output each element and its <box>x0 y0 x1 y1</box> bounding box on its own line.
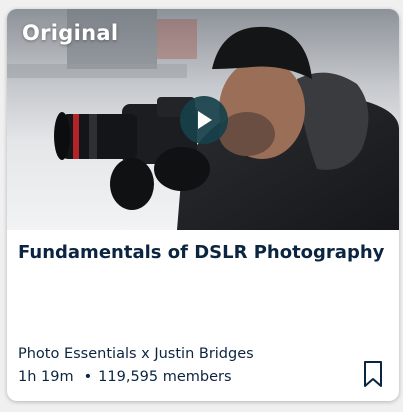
original-badge: Original <box>22 21 119 45</box>
course-provider: Photo Essentials x Justin Bridges <box>18 346 254 362</box>
course-card[interactable]: Original Fundamentals of DSLR Photograph… <box>7 9 399 401</box>
course-thumbnail[interactable]: Original <box>7 9 399 230</box>
play-icon <box>198 111 212 129</box>
play-button[interactable] <box>180 96 228 144</box>
member-count: 119,595 members <box>98 369 232 385</box>
course-title[interactable]: Fundamentals of DSLR Photography <box>18 240 388 266</box>
bookmark-button[interactable] <box>362 360 384 388</box>
course-meta: 1h 19m • 119,595 members <box>18 367 232 387</box>
bookmark-icon <box>364 361 382 387</box>
course-duration: 1h 19m <box>18 369 74 385</box>
meta-separator: • <box>83 369 93 385</box>
